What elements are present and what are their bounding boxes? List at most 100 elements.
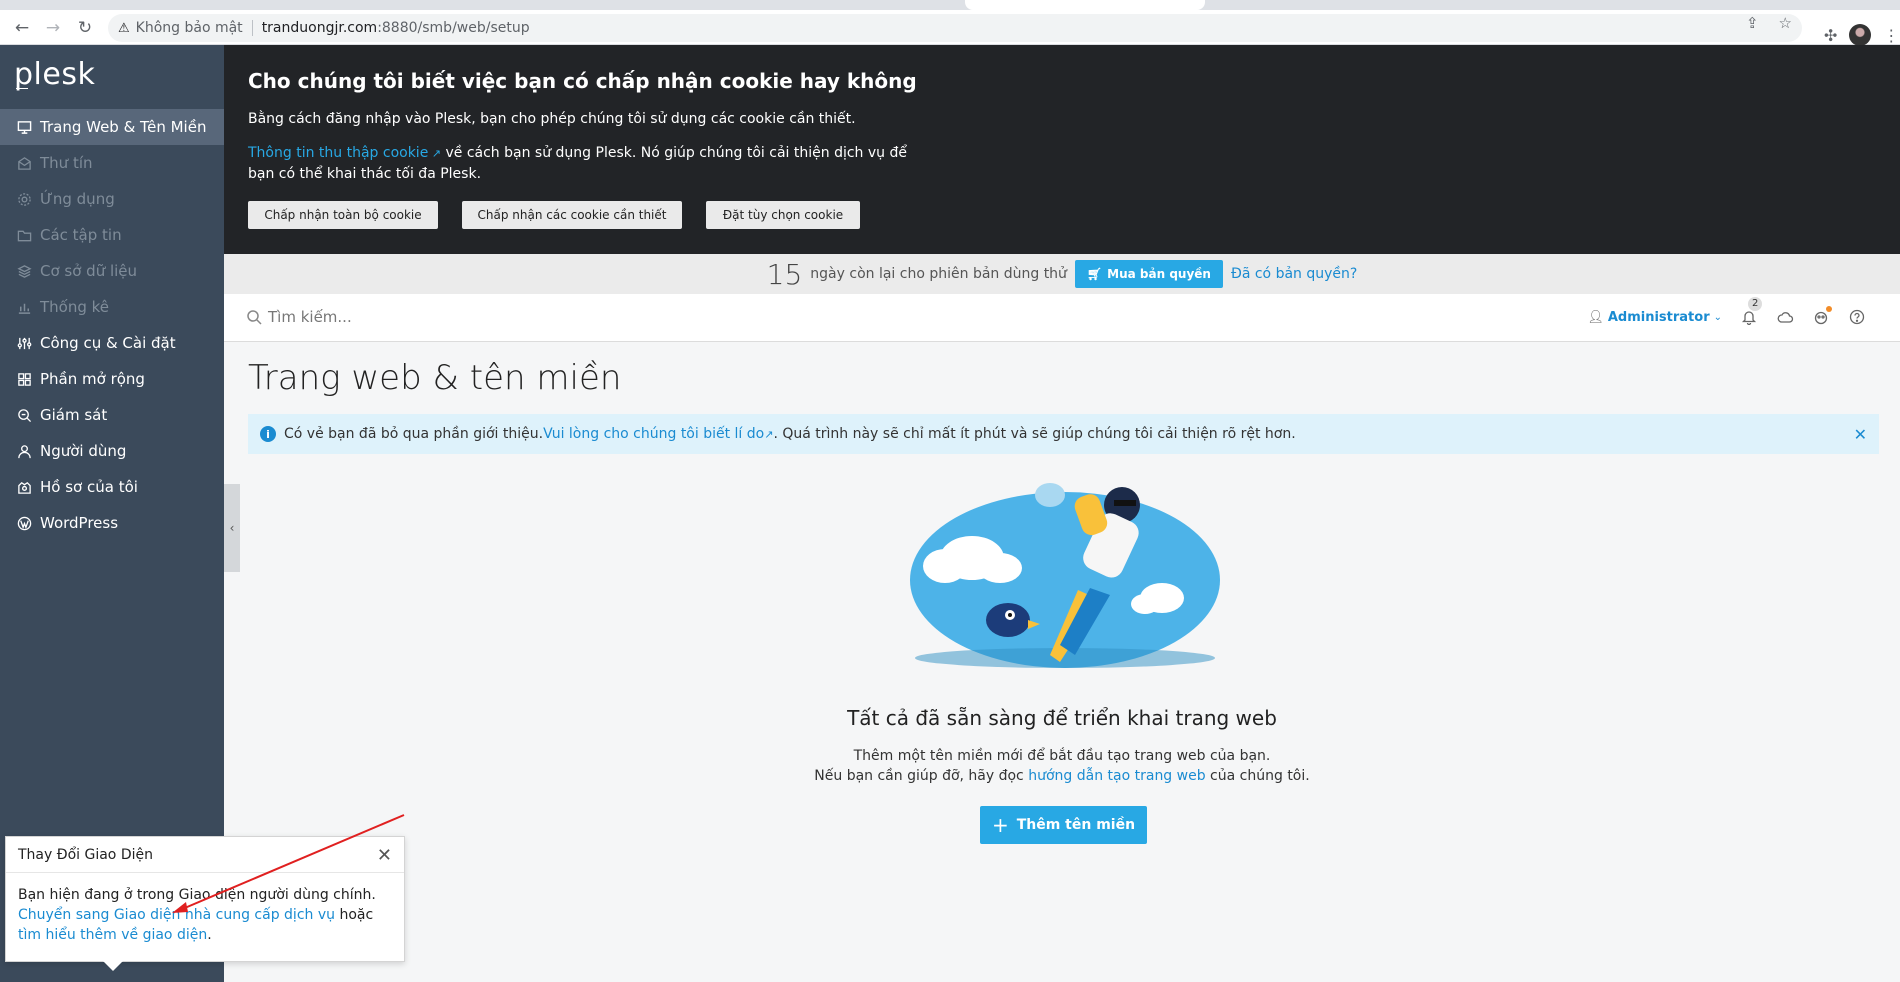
- folder-icon: [16, 227, 32, 243]
- empty-state-line-2: Nếu bạn cần giúp đỡ, hãy đọc hướng dẫn t…: [224, 766, 1900, 786]
- share-icon[interactable]: ⇪: [1746, 14, 1759, 32]
- accept-required-cookies-button[interactable]: Chấp nhận các cookie cần thiết: [462, 201, 682, 229]
- popup-title: Thay Đổi Giao Diện: [6, 837, 404, 873]
- sidebar-item-label: Ứng dụng: [40, 190, 115, 208]
- trial-bar: 15 ngày còn lại cho phiên bản dùng thử 🛒…: [224, 254, 1900, 294]
- page-title: Trang web & tên miền: [248, 358, 622, 398]
- sidebar-item-applications[interactable]: Ứng dụng: [0, 181, 224, 217]
- profile-avatar[interactable]: [1849, 24, 1872, 46]
- sidebar-collapse-handle[interactable]: ‹: [224, 484, 240, 572]
- help-icon[interactable]: [1848, 308, 1866, 326]
- sidebar-item-label: Hồ sơ của tôi: [40, 478, 138, 496]
- feedback-link[interactable]: Vui lòng cho chúng tôi biết lí do: [543, 426, 764, 442]
- cookie-consent-banner: Cho chúng tôi biết việc bạn có chấp nhận…: [224, 45, 1900, 254]
- reload-icon[interactable]: ↻: [73, 16, 97, 40]
- forward-icon[interactable]: →: [41, 16, 65, 40]
- browser-menu-icon[interactable]: ⋮: [1883, 26, 1899, 45]
- sidebar-item-label: Công cụ & Cài đặt: [40, 334, 176, 352]
- info-icon: i: [260, 426, 276, 442]
- change-view-popup: Thay Đổi Giao Diện ✕ Bạn hiện đang ở tro…: [5, 836, 405, 962]
- advisor-icon[interactable]: [1812, 306, 1832, 326]
- user-icon: 👤︎: [1587, 309, 1604, 325]
- wordpress-icon: [16, 515, 32, 531]
- bar-chart-icon: [16, 299, 32, 315]
- address-bar[interactable]: ⚠ Không bảo mật tranduongjr.com:8880/smb…: [108, 14, 1802, 42]
- have-license-link[interactable]: Đã có bản quyền?: [1231, 266, 1357, 282]
- plesk-logo[interactable]: plesk: [14, 57, 95, 92]
- chevron-down-icon: ⌄: [1713, 311, 1722, 323]
- trial-days: 15: [766, 257, 803, 291]
- cookie-info-link[interactable]: Thông tin thu thập cookie: [248, 145, 428, 161]
- cookie-text-2: Thông tin thu thập cookie ↗ về cách bạn …: [248, 143, 908, 184]
- sidebar-item-label: Cơ sở dữ liệu: [40, 262, 138, 280]
- learn-more-link[interactable]: tìm hiểu thêm về giao diện: [18, 927, 207, 943]
- sliders-icon: [16, 335, 32, 351]
- rocket-man-illustration: [910, 483, 1220, 668]
- divider: [251, 20, 253, 36]
- website-guide-link[interactable]: hướng dẫn tạo trang web: [1028, 768, 1205, 784]
- sidebar-item-monitoring[interactable]: Giám sát: [0, 397, 224, 433]
- cloud-icon[interactable]: [1776, 308, 1794, 326]
- add-domain-button[interactable]: + Thêm tên miền: [980, 806, 1147, 844]
- search-field[interactable]: Tìm kiếm...: [246, 308, 352, 326]
- cookie-title: Cho chúng tôi biết việc bạn có chấp nhận…: [248, 69, 917, 93]
- search-placeholder: Tìm kiếm...: [268, 308, 352, 326]
- popup-text-or: hoặc: [335, 907, 374, 923]
- customize-cookies-button[interactable]: Đặt tùy chọn cookie: [706, 201, 860, 229]
- popup-pointer: [103, 961, 123, 971]
- sidebar-item-label: Trang Web & Tên Miền: [40, 118, 207, 136]
- add-domain-label: Thêm tên miền: [1016, 817, 1136, 833]
- mail-icon: [16, 155, 32, 171]
- empty-state-description: Thêm một tên miền mới để bắt đầu tạo tra…: [224, 746, 1900, 786]
- popup-body: Bạn hiện đang ở trong Giao diện người dù…: [6, 873, 404, 957]
- notifications-icon[interactable]: 2: [1740, 297, 1763, 326]
- sidebar-item-label: Giám sát: [40, 406, 108, 424]
- sidebar-item-extensions[interactable]: Phần mở rộng: [0, 361, 224, 397]
- sidebar-item-wordpress[interactable]: WordPress: [0, 505, 224, 541]
- sidebar-item-mail[interactable]: Thư tín: [0, 145, 224, 181]
- sidebar-item-files[interactable]: Các tập tin: [0, 217, 224, 253]
- info-text: Có vẻ bạn đã bỏ qua phần giới thiệu.: [284, 426, 544, 442]
- user-name: Administrator: [1607, 309, 1710, 325]
- sidebar-item-websites[interactable]: Trang Web & Tên Miền: [0, 109, 224, 145]
- close-icon[interactable]: ✕: [377, 845, 392, 866]
- sidebar-item-label: Phần mở rộng: [40, 370, 145, 388]
- info-text-2: . Quá trình này sẽ chỉ mất ít phút và sẽ…: [773, 426, 1296, 442]
- switch-to-provider-view-link[interactable]: Chuyển sang Giao diện nhà cung cấp dịch …: [18, 907, 335, 923]
- close-icon[interactable]: ✕: [1854, 425, 1867, 444]
- sidebar-item-users[interactable]: Người dùng: [0, 433, 224, 469]
- sidebar-item-label: Người dùng: [40, 442, 127, 460]
- extensions-icon: [16, 371, 32, 387]
- browser-tab-active[interactable]: [965, 0, 1205, 10]
- empty-state-text-end: của chúng tôi.: [1205, 768, 1310, 784]
- info-alert: i Có vẻ bạn đã bỏ qua phần giới thiệu. V…: [248, 414, 1879, 454]
- empty-state-text: Nếu bạn cần giúp đỡ, hãy đọc: [814, 768, 1029, 784]
- advisor-alert-dot: [1826, 306, 1832, 312]
- trial-text: ngày còn lại cho phiên bản dùng thử: [810, 266, 1067, 282]
- browser-tab-strip: [0, 0, 1900, 10]
- sidebar-item-label: Thống kê: [40, 298, 110, 316]
- extensions-puzzle-icon[interactable]: ✣: [1824, 26, 1837, 45]
- gear-icon: [16, 191, 32, 207]
- top-header: Tìm kiếm... 👤︎ Administrator ⌄ 2: [224, 294, 1900, 342]
- search-icon: [247, 310, 262, 325]
- bookmark-star-icon[interactable]: ☆: [1779, 14, 1792, 32]
- cookie-text: Bằng cách đăng nhập vào Plesk, bạn cho p…: [248, 111, 856, 127]
- back-icon[interactable]: ←: [10, 16, 34, 40]
- monitor-search-icon: [16, 407, 32, 423]
- notification-count: 2: [1748, 297, 1763, 311]
- external-link-icon: ↗: [764, 427, 774, 441]
- user-menu[interactable]: 👤︎ Administrator ⌄: [1587, 310, 1722, 325]
- empty-state-title: Tất cả đã sẵn sàng để triển khai trang w…: [847, 706, 1277, 730]
- sidebar-item-statistics[interactable]: Thống kê: [0, 289, 224, 325]
- accept-all-cookies-button[interactable]: Chấp nhận toàn bộ cookie: [248, 201, 438, 229]
- popup-text-end: .: [207, 927, 212, 943]
- external-link-icon: ↗: [428, 147, 442, 160]
- sidebar-item-tools-settings[interactable]: Công cụ & Cài đặt: [0, 325, 224, 361]
- empty-state-line-1: Thêm một tên miền mới để bắt đầu tạo tra…: [853, 748, 1271, 764]
- sidebar-item-my-profile[interactable]: Hồ sơ của tôi: [0, 469, 224, 505]
- buy-license-button[interactable]: 🛒︎ Mua bản quyền: [1074, 260, 1223, 288]
- sidebar-item-label: WordPress: [40, 514, 119, 532]
- sidebar-item-databases[interactable]: Cơ sở dữ liệu: [0, 253, 224, 289]
- url-host: tranduongjr.com: [261, 20, 378, 36]
